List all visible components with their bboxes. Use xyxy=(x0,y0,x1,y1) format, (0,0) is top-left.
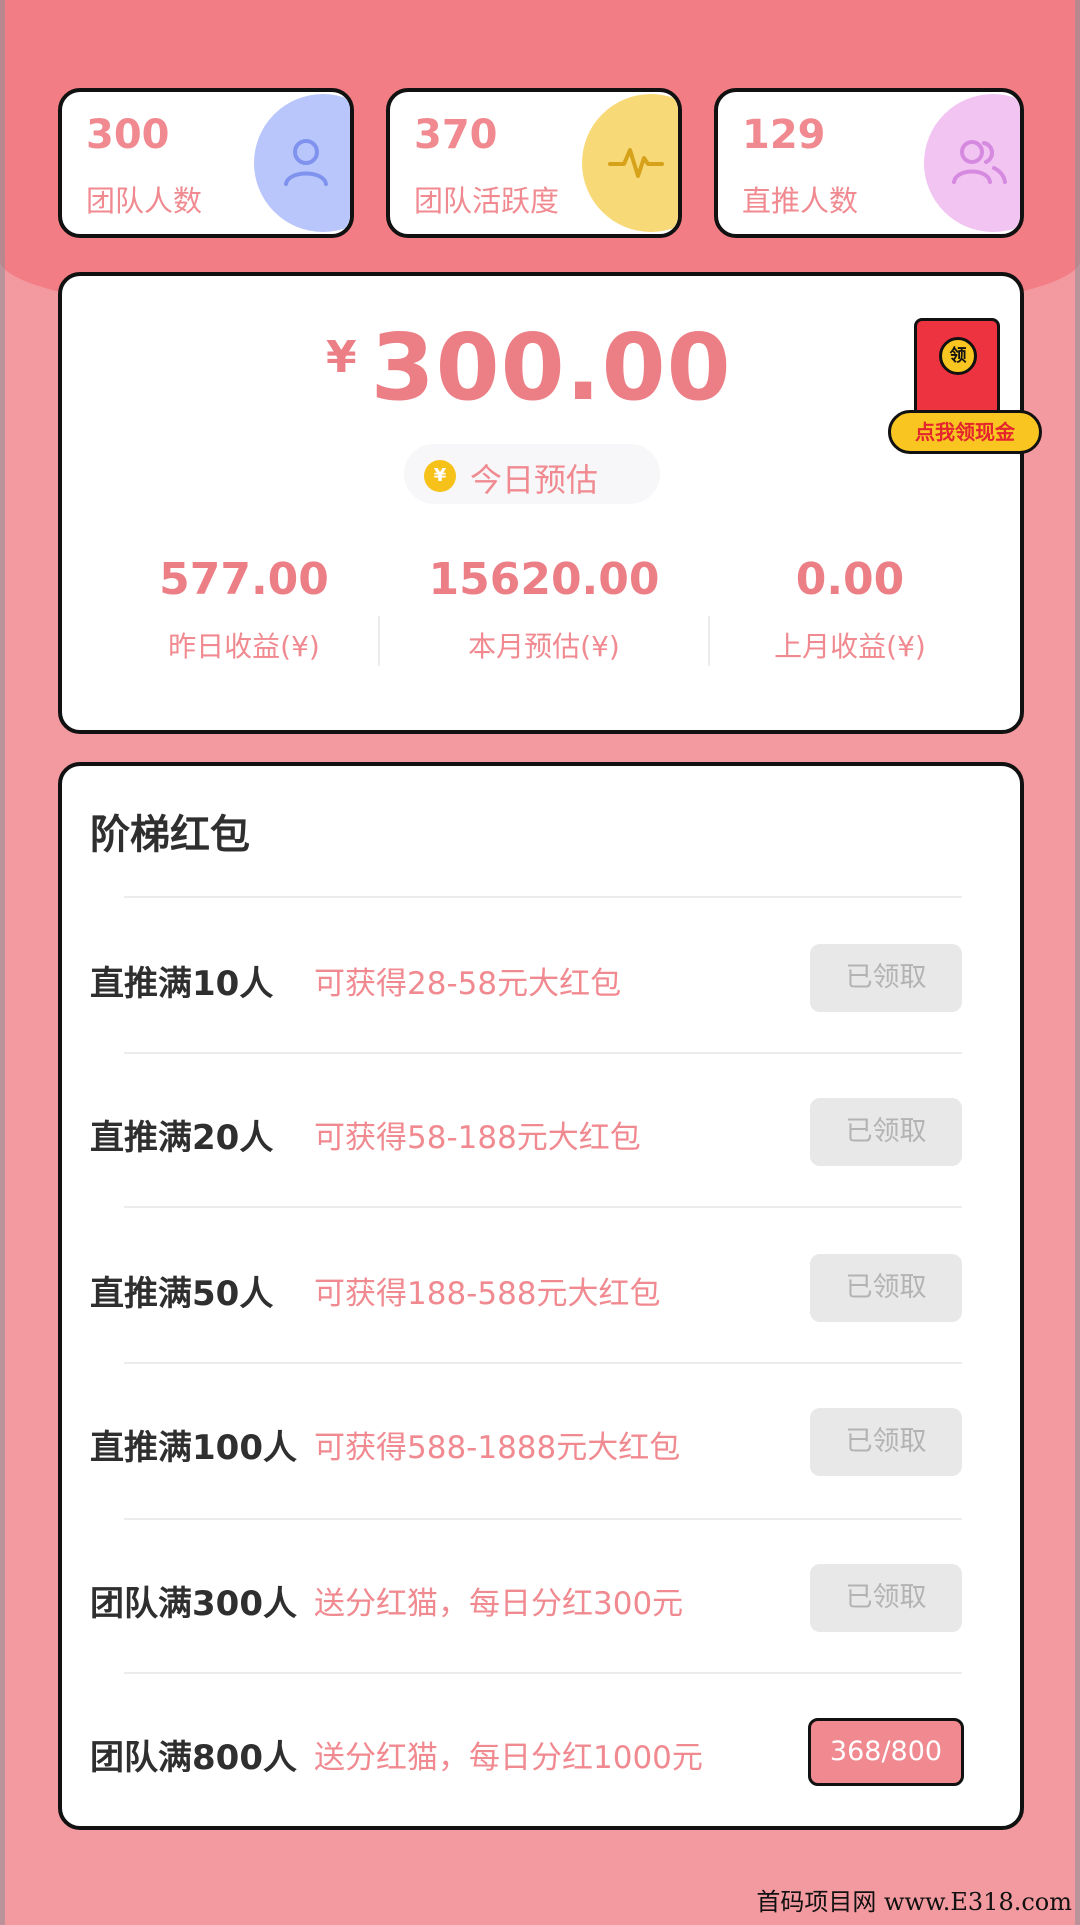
claim-cash-red-packet[interactable]: 领 点我领现金 xyxy=(888,318,1042,468)
coin-bag-icon: ¥ xyxy=(424,460,456,492)
tier-row: 直推满100人 可获得588-1888元大红包 已领取 xyxy=(62,1404,1020,1480)
stat-label: 直推人数 xyxy=(742,184,859,218)
currency-symbol: ¥ xyxy=(326,332,357,383)
divider xyxy=(124,1052,962,1054)
claimed-button[interactable]: 已领取 xyxy=(810,1098,962,1166)
claimed-button[interactable]: 已领取 xyxy=(810,1564,962,1632)
tier-reward: 送分红猫，每日分红300元 xyxy=(314,1586,684,1622)
sub-stat-label: 昨日收益(¥) xyxy=(168,630,320,663)
sub-stat-value: 15620.00 xyxy=(428,554,660,605)
sub-stat-value: 577.00 xyxy=(159,554,329,605)
tier-condition: 团队满300人 xyxy=(90,1584,297,1624)
tier-condition: 直推满20人 xyxy=(90,1118,274,1158)
right-edge xyxy=(1075,0,1080,1925)
month-estimate: 15620.00 本月预估(¥) xyxy=(394,554,694,665)
yesterday-earnings: 577.00 昨日收益(¥) xyxy=(94,554,394,665)
stat-value: 300 xyxy=(86,112,170,158)
divider xyxy=(124,896,962,898)
divider xyxy=(124,1518,962,1520)
today-amount: ¥300.00 xyxy=(326,314,732,421)
claimed-button[interactable]: 已领取 xyxy=(810,1254,962,1322)
divider xyxy=(378,616,380,666)
tier-row: 直推满50人 可获得188-588元大红包 已领取 xyxy=(62,1250,1020,1326)
claim-cash-button[interactable]: 点我领现金 xyxy=(888,410,1042,454)
tier-condition: 直推满50人 xyxy=(90,1274,274,1314)
divider xyxy=(124,1206,962,1208)
tier-red-packets-card: 阶梯红包 直推满10人 可获得28-58元大红包 已领取 直推满20人 可获得5… xyxy=(58,762,1024,1830)
sub-stat-label: 上月收益(¥) xyxy=(774,630,926,663)
person-icon xyxy=(284,139,328,186)
divider xyxy=(124,1362,962,1364)
stat-label: 团队活跃度 xyxy=(414,184,560,218)
tier-condition: 团队满800人 xyxy=(90,1738,297,1778)
stat-label: 团队人数 xyxy=(86,184,203,218)
progress-button[interactable]: 368/800 xyxy=(808,1718,964,1786)
last-month-earnings: 0.00 上月收益(¥) xyxy=(700,554,1000,665)
stat-icon-circle xyxy=(924,94,1020,232)
activity-pulse-icon xyxy=(608,148,664,178)
left-edge xyxy=(0,0,5,1925)
claimed-button[interactable]: 已领取 xyxy=(810,944,962,1012)
tier-reward: 可获得28-58元大红包 xyxy=(314,966,622,1002)
sub-stat-value: 0.00 xyxy=(795,554,905,605)
stat-icon-circle xyxy=(254,94,350,232)
tier-row: 直推满10人 可获得28-58元大红包 已领取 xyxy=(62,940,1020,1016)
stat-icon-circle xyxy=(582,94,678,232)
stat-value: 129 xyxy=(742,112,826,158)
tier-row: 团队满800人 送分红猫，每日分红1000元 368/800 xyxy=(62,1714,1020,1790)
people-icon xyxy=(952,140,1007,184)
tier-condition: 直推满100人 xyxy=(90,1428,297,1468)
stat-card-team-size[interactable]: 300 团队人数 xyxy=(58,88,354,238)
divider xyxy=(124,1672,962,1674)
red-envelope-icon: 领 xyxy=(914,318,1000,422)
tier-row: 直推满20人 可获得58-188元大红包 已领取 xyxy=(62,1094,1020,1170)
section-title: 阶梯红包 xyxy=(90,812,250,858)
tier-reward: 送分红猫，每日分红1000元 xyxy=(314,1740,703,1776)
sub-stat-label: 本月预估(¥) xyxy=(468,630,620,663)
earnings-card: ¥300.00 ¥ 今日预估 领 点我领现金 577.00 昨日收益(¥) 15… xyxy=(58,272,1042,734)
stat-value: 370 xyxy=(414,112,498,158)
today-estimate-pill: ¥ 今日预估 xyxy=(404,444,660,504)
tier-reward: 可获得188-588元大红包 xyxy=(314,1276,661,1312)
claimed-button[interactable]: 已领取 xyxy=(810,1408,962,1476)
today-amount-value: 300.00 xyxy=(370,314,732,421)
stat-card-team-activity[interactable]: 370 团队活跃度 xyxy=(386,88,682,238)
today-estimate-label: 今日预估 xyxy=(470,461,599,499)
tier-condition: 直推满10人 xyxy=(90,964,274,1004)
tier-row: 团队满300人 送分红猫，每日分红300元 已领取 xyxy=(62,1560,1020,1636)
stat-card-direct-referrals[interactable]: 129 直推人数 xyxy=(714,88,1024,238)
tier-reward: 可获得588-1888元大红包 xyxy=(314,1430,681,1466)
tier-reward: 可获得58-188元大红包 xyxy=(314,1120,641,1156)
red-envelope-seal: 领 xyxy=(939,337,977,375)
watermark: 首码项目网 www.E318.com xyxy=(756,1888,1072,1916)
